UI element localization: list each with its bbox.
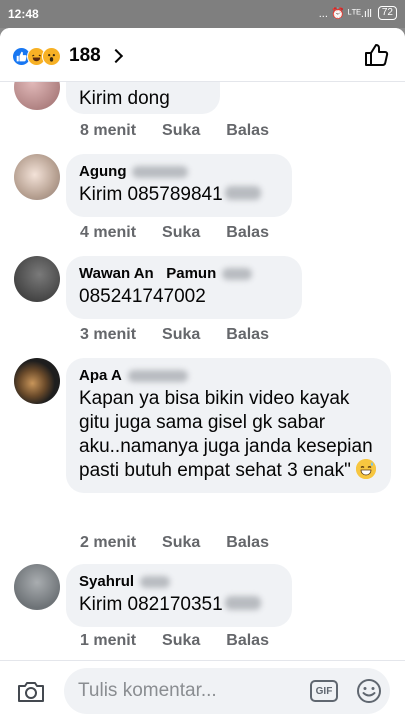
comment-bubble: Apa A Kapan ya bisa bikin video kayak gi… (66, 358, 391, 493)
comment-time: 4 menit (80, 224, 137, 241)
comment-author: Wawan An Pamun (79, 265, 289, 282)
redacted-blur (224, 596, 261, 610)
comment-text: Kirim dong (79, 88, 170, 109)
reply-link[interactable]: Balas (226, 224, 269, 242)
comment-text-value: Kapan ya bisa bikin video kayak gitu jug… (79, 388, 373, 481)
thumbs-up-outline-icon[interactable] (363, 42, 389, 68)
status-time: 12:48 (8, 7, 39, 21)
comment-actions: 8 menit Suka Balas (80, 122, 269, 140)
comment-actions: 1 menit Suka Balas (80, 632, 269, 650)
redacted-blur (222, 267, 253, 280)
battery-icon: 72 (377, 6, 397, 20)
reply-link[interactable]: Balas (226, 326, 269, 344)
reply-link[interactable]: Balas (226, 122, 269, 140)
author-name[interactable]: Agung (79, 163, 126, 180)
comment-text: Kirim 082170351 (79, 593, 279, 617)
chevron-right-icon (108, 48, 123, 64)
like-link[interactable]: Suka (162, 224, 200, 242)
comment-text: Kirim 085789841 (79, 183, 279, 207)
like-link[interactable]: Suka (162, 326, 200, 344)
comment-author: Apa A (79, 367, 378, 384)
comment-time: 8 menit (80, 122, 137, 139)
gif-icon[interactable]: GIF (310, 680, 338, 702)
comment-input-wrap[interactable]: GIF (64, 668, 390, 714)
avatar[interactable] (14, 82, 60, 110)
reactions-summary[interactable]: 188 (12, 45, 123, 67)
comment-composer: GIF (0, 660, 405, 720)
comment-bubble: Kirim dong (66, 82, 220, 114)
emoji-icon[interactable] (356, 678, 382, 704)
comment-author: Agung (79, 163, 279, 180)
like-link[interactable]: Suka (162, 632, 200, 650)
signal-indicators: ... ⏰ ᴸᵀᴱ.ıll (318, 7, 372, 20)
comment-text-value: Kirim 085789841 (79, 184, 223, 205)
redacted-blur (140, 575, 171, 588)
wow-icon (42, 46, 61, 66)
avatar[interactable] (14, 256, 60, 302)
comment-actions: 4 menit Suka Balas (80, 224, 269, 242)
comment-text: Kapan ya bisa bikin video kayak gitu jug… (79, 387, 378, 483)
like-link[interactable]: Suka (162, 122, 200, 140)
reply-link[interactable]: Balas (226, 632, 269, 650)
comment-actions: 2 menit Suka Balas (80, 534, 269, 552)
comment-bubble: Agung Kirim 085789841 (66, 154, 292, 217)
comment-input[interactable] (78, 668, 298, 714)
camera-icon[interactable] (17, 679, 45, 703)
comment-text: 085241747002 (79, 286, 206, 307)
redacted-blur (132, 165, 189, 178)
avatar[interactable] (14, 358, 60, 404)
comment-bubble: Syahrul Kirim 082170351 (66, 564, 292, 627)
sheet-header: 188 (0, 28, 405, 82)
comment-time: 3 menit (80, 326, 137, 343)
like-link[interactable]: Suka (162, 534, 200, 552)
comment-time: 2 menit (80, 534, 137, 551)
status-indicators: ... ⏰ ᴸᵀᴱ.ıll 72 (319, 6, 397, 20)
comment-text-value: Kirim 082170351 (79, 594, 223, 615)
redacted-blur (224, 186, 261, 200)
comment-actions: 3 menit Suka Balas (80, 326, 269, 344)
comment-time: 1 menit (80, 632, 137, 649)
redacted-blur (127, 369, 188, 382)
reaction-count: 188 (69, 45, 101, 66)
author-name[interactable]: Wawan An Pamun (79, 265, 216, 282)
author-name[interactable]: Apa A (79, 367, 122, 384)
avatar[interactable] (14, 154, 60, 200)
comment-bubble: Wawan An Pamun 085241747002 (66, 256, 302, 319)
sweat-smile-emoji-icon (356, 459, 377, 479)
status-bar: 12:48 ... ⏰ ᴸᵀᴱ.ıll 72 (0, 0, 405, 28)
comment-author: Syahrul (79, 573, 279, 590)
author-name[interactable]: Syahrul (79, 573, 134, 590)
avatar[interactable] (14, 564, 60, 610)
comment-list: Kirim dong 8 menit Suka Balas Agung Kiri… (0, 82, 405, 662)
reply-link[interactable]: Balas (226, 534, 269, 552)
comments-sheet: 188 Kirim dong 8 menit Suka Balas Agung … (0, 28, 405, 720)
